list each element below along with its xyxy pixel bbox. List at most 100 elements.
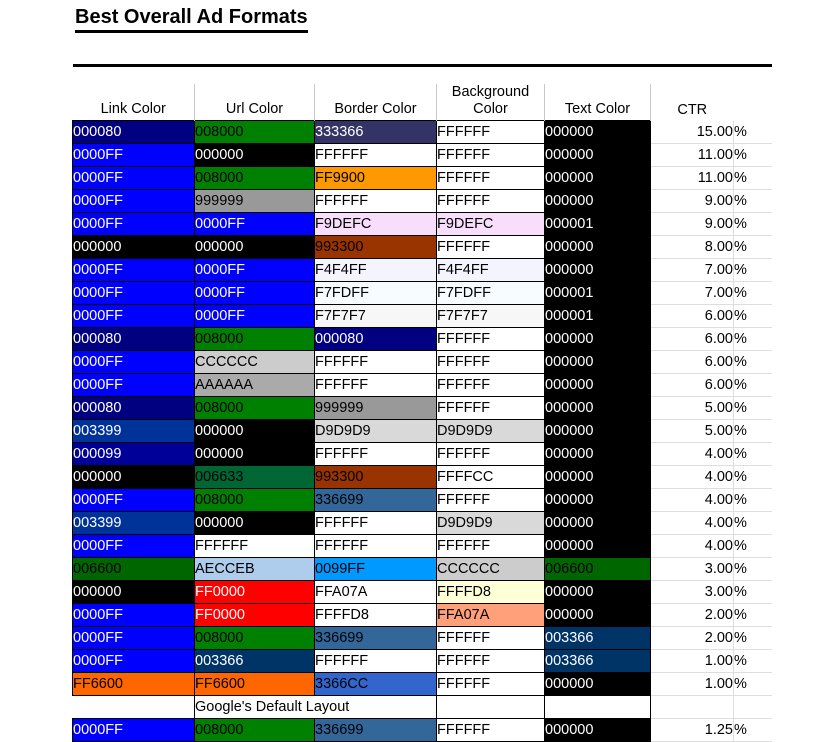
background-color-cell: FFFFCC: [436, 465, 545, 489]
percent-symbol: %: [733, 166, 772, 190]
link-color-cell: 0000FF: [72, 603, 195, 627]
table-row: 0000FF 0000FF F7FDFF F7FDFF 000001 7.00%: [72, 281, 772, 305]
background-color-cell: FFFFFF: [436, 189, 545, 213]
url-color-cell: 008000: [194, 166, 315, 190]
percent-symbol: %: [733, 511, 772, 535]
percent-symbol: %: [733, 718, 772, 742]
border-color-cell: 000080: [314, 327, 437, 351]
table-row: 0000FF FFFFFF FFFFFF FFFFFF 000000 4.00%: [72, 534, 772, 558]
text-color-cell: 000000: [544, 258, 651, 282]
background-color-cell: FFFFFF: [436, 672, 545, 696]
link-color-cell: 0000FF: [72, 534, 195, 558]
url-color-cell: 006633: [194, 465, 315, 489]
background-color-cell: FFFFFF: [436, 143, 545, 167]
note-empty-link: [72, 695, 195, 719]
background-color-cell: FFFFFF: [436, 626, 545, 650]
text-color-cell: 000000: [544, 603, 651, 627]
link-color-cell: 0000FF: [72, 488, 195, 512]
column-header-pct: [733, 84, 772, 121]
url-color-cell: 000000: [194, 442, 315, 466]
background-color-cell: FFFFFF: [436, 120, 545, 144]
default-layout-row: 0000FF 008000 336699 FFFFFF 000000 1.25%: [72, 718, 772, 742]
url-color-cell: CCCCCC: [194, 350, 315, 374]
text-color-cell: 000000: [544, 235, 651, 259]
background-color-cell: FFA07A: [436, 603, 545, 627]
url-color-cell: 0000FF: [194, 304, 315, 328]
background-color-cell: FFFFFF: [436, 488, 545, 512]
table-row: 0000FF 0000FF F4F4FF F4F4FF 000000 7.00%: [72, 258, 772, 282]
text-color-cell: 000000: [544, 580, 651, 604]
border-color-cell: 999999: [314, 396, 437, 420]
link-color-cell: 000000: [72, 580, 195, 604]
text-color-cell: 000001: [544, 212, 651, 236]
ctr-value: 9.00: [650, 212, 734, 236]
note-empty-background: [436, 695, 545, 719]
table-row: 003399 000000 D9D9D9 D9D9D9 000000 5.00%: [72, 419, 772, 443]
table-row: 0000FF AAAAAA FFFFFF FFFFFF 000000 6.00%: [72, 373, 772, 397]
column-header-border: Border Color: [314, 84, 437, 121]
column-header-link: Link Color: [72, 84, 195, 121]
text-color-cell: 000000: [544, 465, 651, 489]
ctr-value: 6.00: [650, 350, 734, 374]
link-color-cell: FF6600: [72, 672, 195, 696]
page-title: Best Overall Ad Formats: [75, 6, 308, 33]
border-color-cell: 993300: [314, 235, 437, 259]
ctr-value: 11.00: [650, 166, 734, 190]
ctr-value: 1.25: [650, 718, 734, 742]
percent-symbol: %: [733, 189, 772, 213]
link-color-cell: 006600: [72, 557, 195, 581]
link-color-cell: 0000FF: [72, 212, 195, 236]
url-color-cell: FF0000: [194, 603, 315, 627]
text-color-cell: 000000: [544, 442, 651, 466]
table-row: 000099 000000 FFFFFF FFFFFF 000000 4.00%: [72, 442, 772, 466]
ctr-value: 2.00: [650, 626, 734, 650]
percent-symbol: %: [733, 649, 772, 673]
table-row: 000080 008000 999999 FFFFFF 000000 5.00%: [72, 396, 772, 420]
table-row: 0000FF 0000FF F9DEFC F9DEFC 000001 9.00%: [72, 212, 772, 236]
link-color-cell: 0000FF: [72, 350, 195, 374]
border-color-cell: 336699: [314, 718, 437, 742]
ctr-value: 4.00: [650, 488, 734, 512]
background-color-cell: D9D9D9: [436, 511, 545, 535]
percent-symbol: %: [733, 580, 772, 604]
border-color-cell: FFFFFF: [314, 350, 437, 374]
border-color-cell: 336699: [314, 626, 437, 650]
ctr-value: 7.00: [650, 258, 734, 282]
table-row: FF6600 FF6600 3366CC FFFFFF 000000 1.00%: [72, 672, 772, 696]
link-color-cell: 000000: [72, 465, 195, 489]
background-color-cell: FFFFFF: [436, 718, 545, 742]
table-row: 006600 AECCEB 0099FF CCCCCC 006600 3.00%: [72, 557, 772, 581]
ctr-value: 1.00: [650, 649, 734, 673]
default-layout-note-row: Google's Default Layout: [72, 695, 772, 719]
url-color-cell: 008000: [194, 718, 315, 742]
ctr-value: 6.00: [650, 327, 734, 351]
url-color-cell: AECCEB: [194, 557, 315, 581]
border-color-cell: FFFFFF: [314, 649, 437, 673]
note-empty-percent: [733, 695, 772, 719]
ctr-value: 5.00: [650, 419, 734, 443]
background-color-cell: FFFFFF: [436, 534, 545, 558]
table-row: 0000FF 0000FF F7F7F7 F7F7F7 000001 6.00%: [72, 304, 772, 328]
link-color-cell: 000000: [72, 235, 195, 259]
border-color-cell: FFFFFF: [314, 442, 437, 466]
table-spacer-row: [72, 71, 772, 84]
ctr-value: 5.00: [650, 396, 734, 420]
text-color-cell: 000000: [544, 327, 651, 351]
percent-symbol: %: [733, 465, 772, 489]
border-color-cell: 333366: [314, 120, 437, 144]
table-row: 000080 008000 000080 FFFFFF 000000 6.00%: [72, 327, 772, 351]
border-color-cell: FFFFFF: [314, 143, 437, 167]
column-header-line2: Color: [473, 101, 508, 117]
link-color-cell: 0000FF: [72, 649, 195, 673]
text-color-cell: 000000: [544, 373, 651, 397]
percent-symbol: %: [733, 143, 772, 167]
link-color-cell: 003399: [72, 511, 195, 535]
border-color-cell: FF9900: [314, 166, 437, 190]
table-spacer: [72, 71, 772, 84]
table-row: 0000FF 008000 336699 FFFFFF 003366 2.00%: [72, 626, 772, 650]
background-color-cell: F4F4FF: [436, 258, 545, 282]
percent-symbol: %: [733, 626, 772, 650]
table-header-row: Link Color Url Color Border Color Backgroun…: [72, 84, 772, 121]
table-row: 0000FF FF0000 FFFFD8 FFA07A 000000 2.00%: [72, 603, 772, 627]
border-color-cell: FFFFFF: [314, 534, 437, 558]
